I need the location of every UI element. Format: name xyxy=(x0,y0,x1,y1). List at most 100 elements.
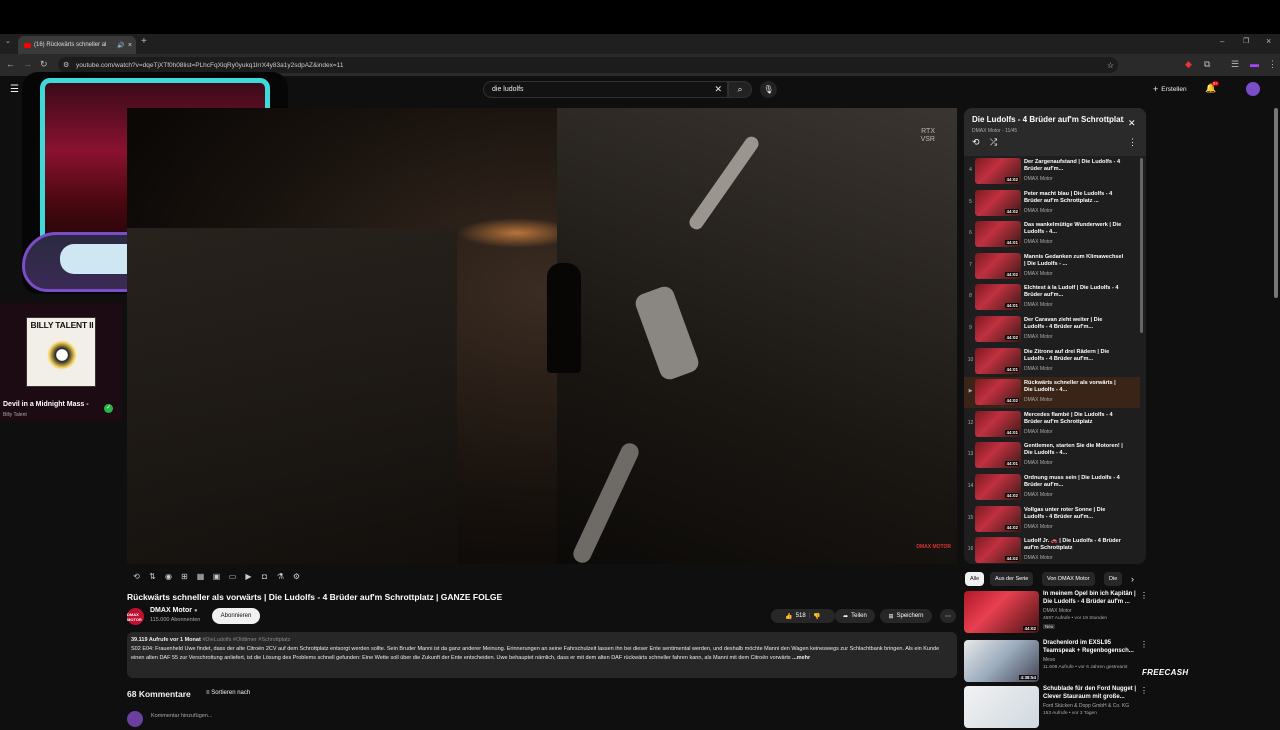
play-box-icon[interactable]: ▶ xyxy=(242,572,255,581)
like-count[interactable]: 518 xyxy=(796,613,806,619)
playlist-item-title[interactable]: Ludolf Jr. 🚗 | Die Ludolfs - 4 Brüder au… xyxy=(1024,538,1124,552)
playlist-item[interactable]: 15 44:02 Vollgas unter roter Sonne | Die L… xyxy=(964,504,1140,535)
filter-chip[interactable]: Aus der Serie xyxy=(990,572,1034,586)
playlist-item[interactable]: 16 44:02 Ludolf Jr. 🚗 | Die Ludolfs - 4 Br… xyxy=(964,535,1140,564)
picture-icon[interactable]: ▣ xyxy=(210,572,223,581)
profile-icon[interactable]: ▬ xyxy=(1250,59,1259,69)
channel-name[interactable]: DMAX Motor ● xyxy=(150,607,198,614)
recommendation-thumbnail[interactable] xyxy=(964,686,1039,728)
playlist-item[interactable]: 9 44:02 Der Caravan zieht weiter | Die Lud… xyxy=(964,314,1140,345)
playlist-item-thumbnail[interactable]: 44:02 xyxy=(975,474,1021,500)
playlist-item-title[interactable]: Mercedes flambé | Die Ludolfs - 4 Brüder… xyxy=(1024,412,1124,426)
maximize-icon[interactable]: ❐ xyxy=(1243,37,1249,47)
like-icon[interactable]: 👍 xyxy=(785,613,792,620)
filter-chip[interactable]: Von DMAX Motor xyxy=(1042,572,1095,586)
browser-tab[interactable]: (16) Rückwärts schneller al 🔊 × xyxy=(18,36,136,54)
subscribe-button[interactable]: Abonnieren xyxy=(212,608,260,624)
loop-playlist-icon[interactable]: ⟲ xyxy=(972,137,980,148)
sidebar-icon[interactable]: ☰ xyxy=(1231,59,1239,69)
site-info-icon[interactable]: ⚙ xyxy=(63,61,69,69)
playlist-item[interactable]: 4 44:02 Der Zargenaufstand | Die Ludolfs -… xyxy=(964,156,1140,187)
account-avatar[interactable] xyxy=(1246,82,1260,96)
bookmark-star-icon[interactable]: ☆ xyxy=(1107,61,1114,70)
new-tab-icon[interactable]: + xyxy=(141,37,147,47)
filter-chip[interactable]: Alle xyxy=(965,572,985,586)
playlist-item[interactable]: 14 44:02 Ordnung muss sein | Die Ludolfs -… xyxy=(964,472,1140,503)
filter-chip[interactable]: Die xyxy=(1104,572,1123,586)
recommendation-thumbnail[interactable]: 4:38:54 xyxy=(964,640,1039,682)
playlist-item[interactable]: 8 44:01 Elchtest à la Ludolf | Die Ludolfs… xyxy=(964,282,1140,313)
flask-icon[interactable]: ⚗ xyxy=(274,572,287,581)
settings-gear-icon[interactable]: ⚙ xyxy=(290,572,303,581)
playlist-item-thumbnail[interactable]: 44:02 xyxy=(975,316,1021,342)
channel-avatar[interactable]: DMAX MOTOR xyxy=(127,608,144,625)
chevron-right-icon[interactable]: › xyxy=(1131,574,1134,584)
close-tab-icon[interactable]: × xyxy=(128,42,136,49)
description-box[interactable]: 39.119 Aufrufe vor 1 Monat #DieLudolfs #… xyxy=(127,632,957,678)
playlist-scrollbar[interactable] xyxy=(1140,158,1143,333)
playlist-item-thumbnail[interactable]: 44:02 xyxy=(975,505,1021,532)
recommendation-item[interactable]: 4:38:54 Drachenlord im EXSL95 Teamspeak +… xyxy=(964,640,1148,684)
recommendation-channel[interactable]: DMAX Motor xyxy=(1043,608,1072,614)
extensions-puzzle-icon[interactable]: ⧉ xyxy=(1204,59,1210,69)
hashtags[interactable]: #DieLudolfs #Oldtimer #Schrottplatz xyxy=(202,637,290,643)
playlist-item-title[interactable]: Elchtest à la Ludolf | Die Ludolfs - 4 B… xyxy=(1024,285,1124,299)
search-button[interactable]: ⌕ xyxy=(728,81,752,98)
page-scrollbar[interactable] xyxy=(1274,108,1278,298)
sort-icon[interactable]: ⇅ xyxy=(146,572,159,581)
playlist-item[interactable]: 5 44:02 Peter macht blau | Die Ludolfs - 4… xyxy=(964,188,1140,219)
more-options-icon[interactable]: ⋮ xyxy=(1140,686,1148,695)
share-button[interactable]: ➦ Teilen xyxy=(835,609,875,623)
extension-icon[interactable]: ◆ xyxy=(1185,59,1192,69)
close-playlist-icon[interactable]: ✕ xyxy=(1128,118,1136,129)
playlist-item-title[interactable]: Der Caravan zieht weiter | Die Ludolfs -… xyxy=(1024,317,1124,331)
playlist-item-current[interactable]: ▶ 44:02 Rückwärts schneller als vorwärts |… xyxy=(964,377,1140,409)
back-icon[interactable]: ← xyxy=(6,59,15,69)
playlist-item-thumbnail[interactable]: 44:01 xyxy=(975,442,1021,469)
minimize-icon[interactable]: – xyxy=(1220,37,1224,47)
playlist-item[interactable]: 12 44:01 Mercedes flambé | Die Ludolfs - 4… xyxy=(964,409,1140,440)
playlist-item[interactable]: 10 44:01 Die Zitrone auf drei Rädern | Die… xyxy=(964,346,1140,377)
calendar-icon[interactable]: ▦ xyxy=(194,572,207,581)
recommendation-title[interactable]: Drachenlord im EXSL95 Teamspeak + Regenb… xyxy=(1043,640,1137,655)
recommendation-title[interactable]: Schublade für den Ford Nugget | Clever S… xyxy=(1043,686,1137,701)
recommendation-item[interactable]: 44:02 In meinem Opel bin ich Kapitän | Di… xyxy=(964,591,1148,635)
add-comment-input[interactable]: Kommentar hinzufügen... xyxy=(151,713,212,719)
playlist-item-title[interactable]: Rückwärts schneller als vorwärts | Die L… xyxy=(1024,380,1124,394)
shuffle-icon[interactable]: ⤮ xyxy=(990,137,997,148)
forward-icon[interactable]: → xyxy=(23,59,32,69)
playlist-item-thumbnail[interactable]: 44:02 xyxy=(975,537,1021,564)
recommendation-item[interactable]: Schublade für den Ford Nugget | Clever S… xyxy=(964,686,1148,730)
more-actions-button[interactable]: ⋯ xyxy=(940,609,956,623)
hamburger-menu-icon[interactable]: ☰ xyxy=(10,84,19,95)
playlist-item-title[interactable]: Gentlemen, starten Sie die Motoren! | Di… xyxy=(1024,443,1124,457)
playlist-menu-icon[interactable]: ⋮ xyxy=(1128,137,1137,148)
playlist-item-thumbnail[interactable]: 44:01 xyxy=(975,284,1021,311)
playlist-item-title[interactable]: Vollgas unter roter Sonne | Die Ludolfs … xyxy=(1024,507,1124,521)
playlist-title[interactable]: Die Ludolfs - 4 Brüder auf'm Schrottplat… xyxy=(972,115,1124,124)
more-link[interactable]: ...mehr xyxy=(791,655,810,661)
create-button[interactable]: + Erstellen xyxy=(1153,84,1187,94)
url-field[interactable]: ⚙ youtube.com/watch?v=dqeTjXTf0h08list=P… xyxy=(58,57,1118,73)
playlist-item[interactable]: 7 44:02 Mannis Gedanken zum Klimawechsel |… xyxy=(964,251,1140,282)
playlist-item[interactable]: 13 44:01 Gentlemen, starten Sie die Motore… xyxy=(964,440,1140,471)
close-window-icon[interactable]: × xyxy=(1266,36,1271,46)
tab-list-icon[interactable]: ⌄ xyxy=(5,37,11,47)
video-player[interactable]: RTX VSR DMAX MOTOR xyxy=(127,108,957,564)
playlist-item-title[interactable]: Der Zargenaufstand | Die Ludolfs - 4 Brü… xyxy=(1024,159,1124,173)
clear-search-icon[interactable]: ✕ xyxy=(714,84,722,95)
playlist-item-thumbnail[interactable]: 44:02 xyxy=(975,252,1021,279)
window-icon[interactable]: ▭ xyxy=(226,572,239,581)
playlist-item-thumbnail[interactable]: 44:01 xyxy=(975,221,1021,248)
recommendation-title[interactable]: In meinem Opel bin ich Kapitän | Die Lud… xyxy=(1043,591,1137,606)
reload-icon[interactable]: ↻ xyxy=(40,59,48,69)
playlist-item-title[interactable]: Mannis Gedanken zum Klimawechsel | Die L… xyxy=(1024,254,1124,268)
playlist-item-title[interactable]: Die Zitrone auf drei Rädern | Die Ludolf… xyxy=(1024,349,1124,363)
voice-search-button[interactable]: 🎙 xyxy=(760,81,777,98)
sort-button[interactable]: ≡ Sortieren nach xyxy=(206,690,250,696)
browser-menu-icon[interactable]: ⋮ xyxy=(1268,59,1277,69)
playlist-item-title[interactable]: Peter macht blau | Die Ludolfs - 4 Brüde… xyxy=(1024,191,1124,205)
playlist-item-thumbnail[interactable]: 44:02 xyxy=(975,158,1021,184)
audio-icon[interactable]: ◉ xyxy=(162,572,175,581)
playlist-item-thumbnail[interactable]: 44:01 xyxy=(975,410,1021,437)
